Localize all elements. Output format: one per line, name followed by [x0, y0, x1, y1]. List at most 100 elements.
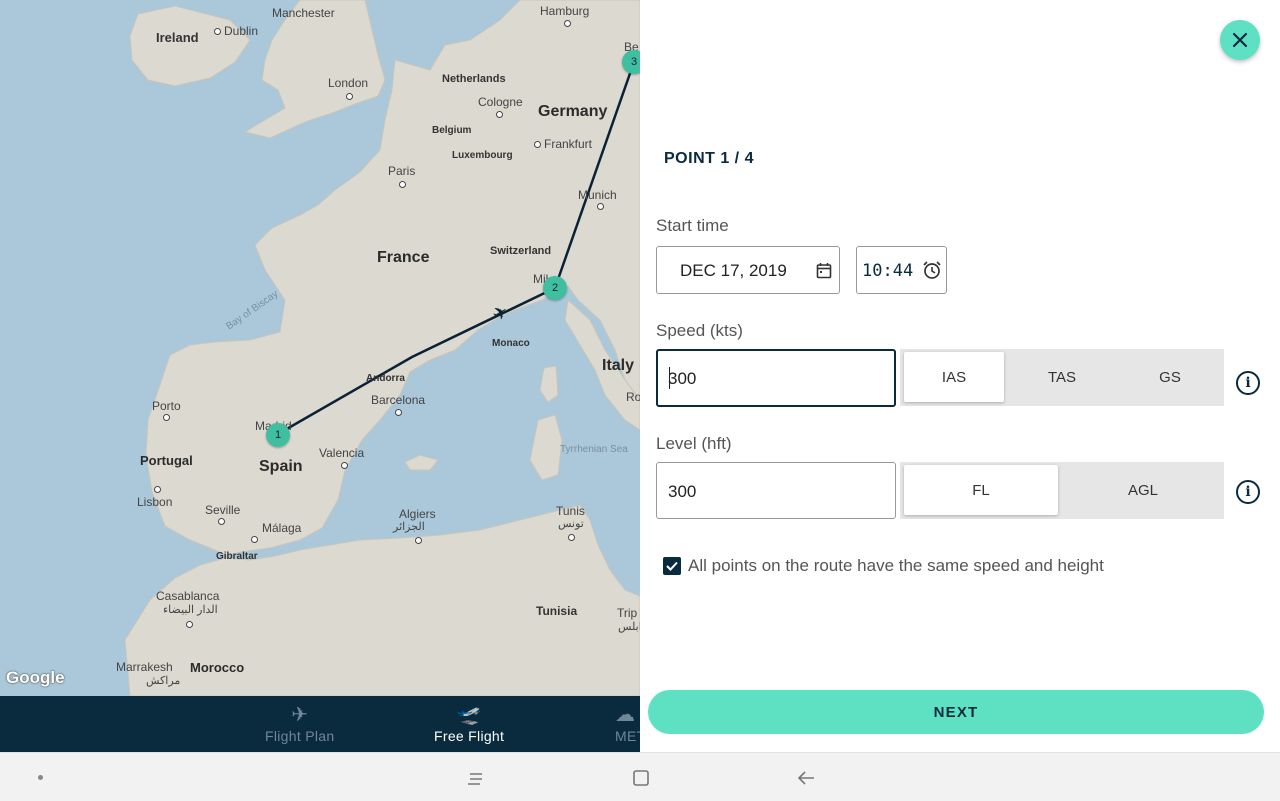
- level-option-fl[interactable]: FL: [904, 465, 1058, 515]
- map-label-tunis: Tunis: [556, 504, 585, 518]
- map-label-paris: Paris: [388, 164, 416, 178]
- close-icon: [1232, 32, 1248, 48]
- nav-label-met: MET: [615, 728, 640, 744]
- map-city-dot: [163, 414, 170, 421]
- land-continent: [145, 0, 640, 557]
- nav-item-free-flight[interactable]: 🛫 Free Flight: [434, 702, 504, 744]
- back-icon[interactable]: [796, 769, 816, 787]
- speed-input[interactable]: 300: [656, 349, 896, 407]
- waypoint-marker-3[interactable]: 3: [622, 50, 640, 74]
- speed-option-ias[interactable]: IAS: [904, 352, 1004, 402]
- map-city-dot: [251, 536, 258, 543]
- close-button[interactable]: [1220, 20, 1260, 60]
- map-label-tyrrhenian: Tyrrhenian Sea: [560, 444, 628, 455]
- map-label-barcelona: Barcelona: [371, 393, 426, 407]
- map-label-hamburg: Hamburg: [540, 4, 590, 18]
- map-city-dot: [415, 537, 422, 544]
- map-city-dot: [341, 462, 348, 469]
- point-title: POINT 1 / 4: [664, 150, 754, 167]
- recents-icon[interactable]: [466, 769, 486, 787]
- map-label-london: London: [328, 76, 369, 90]
- map-label-tripoli: Trip: [617, 606, 638, 620]
- map-label-rome: Ro: [626, 390, 640, 404]
- calendar-icon[interactable]: [816, 262, 832, 279]
- level-value: 300: [668, 482, 697, 501]
- map-label-marrakesh: Marrakesh: [116, 660, 173, 674]
- map-label-frankfurt: Frankfurt: [544, 137, 593, 151]
- land-sardinia: [529, 414, 563, 481]
- speed-info-icon[interactable]: i: [1236, 371, 1260, 395]
- map-city-dot: [534, 141, 541, 148]
- map-label-valencia: Valencia: [319, 446, 365, 460]
- land-balearic: [404, 454, 439, 471]
- map-city-dot: [214, 28, 221, 35]
- next-button[interactable]: NEXT: [648, 690, 1264, 734]
- map-city-dot: [218, 518, 225, 525]
- land-ireland: [129, 5, 251, 87]
- flight-plan-icon: ✈: [291, 704, 309, 726]
- google-logo: Google: [6, 668, 65, 687]
- speed-value: 300: [668, 369, 697, 388]
- checkmark-icon: [666, 561, 678, 571]
- met-icon: ☁: [615, 704, 636, 726]
- map-label-luxembourg: Luxembourg: [452, 150, 513, 161]
- map-label-italy: Italy: [602, 357, 635, 374]
- map-city-dot: [568, 534, 575, 541]
- map-label-casablanca-ar: الدار البيضاء: [163, 604, 218, 616]
- time-picker-field[interactable]: 10:44: [856, 246, 947, 294]
- map-label-morocco: Morocco: [190, 660, 245, 675]
- map-label-malaga: Málaga: [262, 521, 302, 535]
- map-label-munich: Munich: [578, 188, 617, 202]
- map-view[interactable]: Manchester Ireland Dublin Hamburg London…: [0, 0, 640, 696]
- map-city-dot: [395, 409, 402, 416]
- level-option-agl[interactable]: AGL: [1066, 465, 1220, 515]
- map-label-cologne: Cologne: [478, 95, 523, 109]
- speed-option-tas[interactable]: TAS: [1012, 352, 1112, 402]
- map-city-dot: [399, 181, 406, 188]
- nav-label-flight-plan: Flight Plan: [265, 728, 335, 744]
- map-city-dot: [597, 203, 604, 210]
- land-britain: [243, 0, 386, 139]
- level-input[interactable]: 300: [656, 462, 896, 519]
- waypoint-marker-2[interactable]: 2: [543, 276, 567, 300]
- map-label-portugal: Portugal: [140, 453, 193, 468]
- map-label-france: France: [377, 249, 430, 266]
- map-label-seville: Seville: [205, 503, 241, 517]
- map-label-casablanca: Casablanca: [156, 589, 220, 603]
- time-value: 10:44: [862, 261, 914, 281]
- bottom-navigation: ✈ Flight Plan 🛫 Free Flight ☁ MET: [0, 696, 640, 752]
- land-corsica: [539, 365, 559, 403]
- level-type-selector: FL AGL: [900, 462, 1224, 519]
- same-speed-checkbox[interactable]: [663, 557, 681, 575]
- point-edit-panel: POINT 1 / 4 Start time DEC 17, 2019 10:4…: [640, 0, 1280, 752]
- map-city-dot: [496, 111, 503, 118]
- date-picker-field[interactable]: DEC 17, 2019: [656, 246, 840, 294]
- map-label-ireland: Ireland: [156, 30, 199, 45]
- map-label-netherlands: Netherlands: [442, 73, 506, 85]
- nav-item-met[interactable]: ☁ MET: [615, 702, 640, 744]
- map-label-tunis-ar: تونس: [558, 518, 584, 530]
- map-city-dot: [154, 486, 161, 493]
- alarm-clock-icon[interactable]: [922, 260, 942, 280]
- map-label-tunisia: Tunisia: [536, 604, 578, 618]
- map-label-manchester: Manchester: [272, 6, 335, 20]
- nav-item-flight-plan[interactable]: ✈ Flight Plan: [265, 702, 334, 744]
- home-icon[interactable]: [632, 769, 650, 787]
- same-speed-checkbox-label[interactable]: All points on the route have the same sp…: [688, 556, 1104, 576]
- map-label-gibraltar: Gibraltar: [216, 551, 258, 562]
- map-label-spain: Spain: [259, 458, 303, 475]
- map-label-algiers-ar: الجزائر: [393, 521, 425, 533]
- nav-label-free-flight: Free Flight: [434, 728, 505, 744]
- level-info-icon[interactable]: i: [1236, 480, 1260, 504]
- map-label-tripoli-ar: طرابلس: [618, 621, 640, 633]
- speed-label: Speed (kts): [656, 321, 743, 340]
- waypoint-marker-1[interactable]: 1: [266, 423, 290, 447]
- map-label-andorra: Andorra: [366, 373, 405, 384]
- map-label-marrakesh-ar: مراكش: [146, 675, 181, 687]
- speed-option-gs[interactable]: GS: [1120, 352, 1220, 402]
- map-label-switzerland: Switzerland: [490, 245, 552, 257]
- date-value: DEC 17, 2019: [680, 261, 787, 280]
- map-label-lisbon: Lisbon: [137, 495, 173, 509]
- speed-type-selector: IAS TAS GS: [900, 349, 1224, 406]
- system-navigation-bar: [0, 752, 1280, 801]
